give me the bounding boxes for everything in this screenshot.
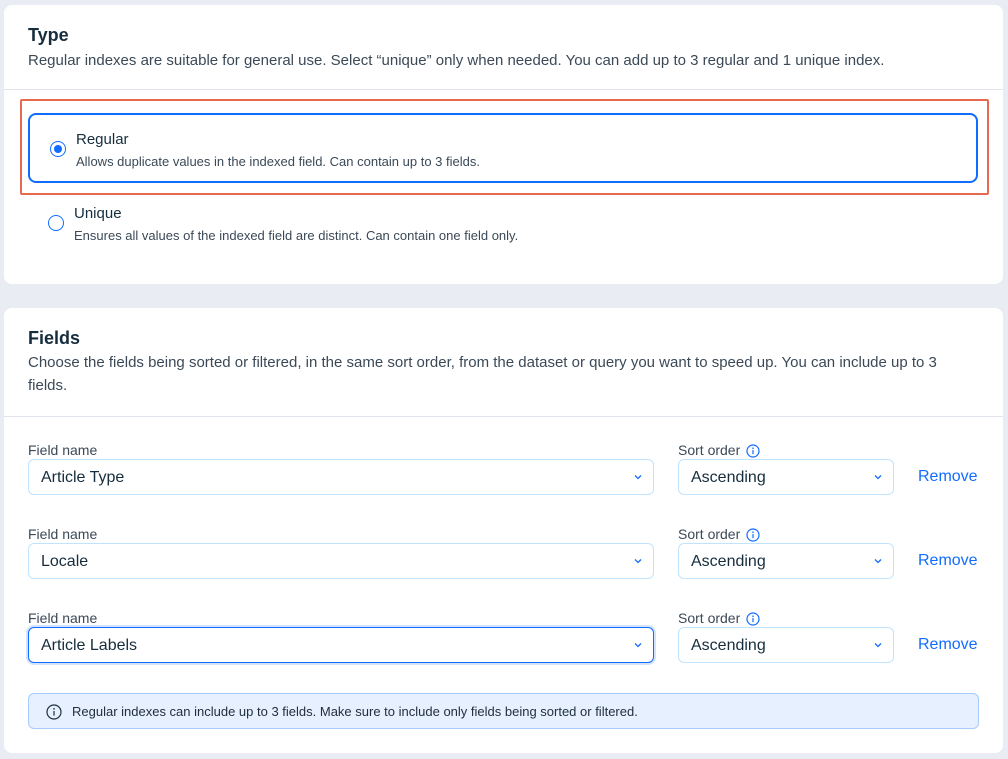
chevron-down-icon [634, 475, 642, 480]
remove-button[interactable]: Remove [918, 636, 978, 654]
field-name-label: Field name [28, 526, 98, 542]
option-regular-desc: Allows duplicate values in the indexed f… [76, 154, 480, 169]
sort-order-label: Sort order [678, 526, 760, 542]
fields-title: Fields [28, 328, 81, 348]
unique-radio[interactable] [48, 215, 64, 231]
type-card: Type Regular indexes are suitable for ge… [4, 5, 1003, 284]
info-icon[interactable] [746, 612, 760, 626]
chevron-down-icon [874, 559, 882, 564]
notice-text: Regular indexes can include up to 3 fiel… [72, 704, 638, 719]
option-unique[interactable]: Unique Ensures all values of the indexed… [28, 189, 978, 259]
field-row: Field name Sort order Locale Ascending R… [28, 526, 988, 596]
info-icon[interactable] [746, 528, 760, 542]
chevron-down-icon [634, 559, 642, 564]
type-subtitle: Regular indexes are suitable for general… [28, 52, 885, 69]
fields-card: Fields Choose the fields being sorted or… [4, 308, 1003, 753]
sort-order-select[interactable]: Ascending [678, 627, 894, 663]
option-unique-desc: Ensures all values of the indexed field … [74, 228, 519, 243]
field-name-select[interactable]: Article Type [28, 459, 654, 495]
fields-subtitle: Choose the fields being sorted or filter… [28, 354, 937, 394]
field-name-select[interactable]: Article Labels [28, 627, 654, 663]
fields-divider [4, 416, 1003, 417]
field-name-select[interactable]: Locale [28, 543, 654, 579]
info-notice: Regular indexes can include up to 3 fiel… [28, 693, 979, 729]
info-icon [46, 704, 62, 720]
sort-order-label: Sort order [678, 610, 760, 626]
option-regular[interactable]: Regular Allows duplicate values in the i… [28, 113, 978, 183]
sort-order-select[interactable]: Ascending [678, 459, 894, 495]
type-divider [4, 89, 1003, 90]
field-name-label: Field name [28, 442, 98, 458]
chevron-down-icon [634, 643, 642, 648]
chevron-down-icon [874, 643, 882, 648]
field-row: Field name Sort order Article Labels Asc… [28, 610, 988, 680]
field-row: Field name Sort order Article Type Ascen… [28, 442, 988, 512]
remove-button[interactable]: Remove [918, 468, 978, 486]
sort-order-label: Sort order [678, 442, 760, 458]
type-title: Type [28, 25, 69, 45]
option-unique-title: Unique [74, 205, 122, 222]
sort-order-select[interactable]: Ascending [678, 543, 894, 579]
info-icon[interactable] [746, 444, 760, 458]
chevron-down-icon [874, 475, 882, 480]
regular-radio[interactable] [50, 141, 66, 157]
option-regular-title: Regular [76, 131, 129, 148]
remove-button[interactable]: Remove [918, 552, 978, 570]
field-name-label: Field name [28, 610, 98, 626]
